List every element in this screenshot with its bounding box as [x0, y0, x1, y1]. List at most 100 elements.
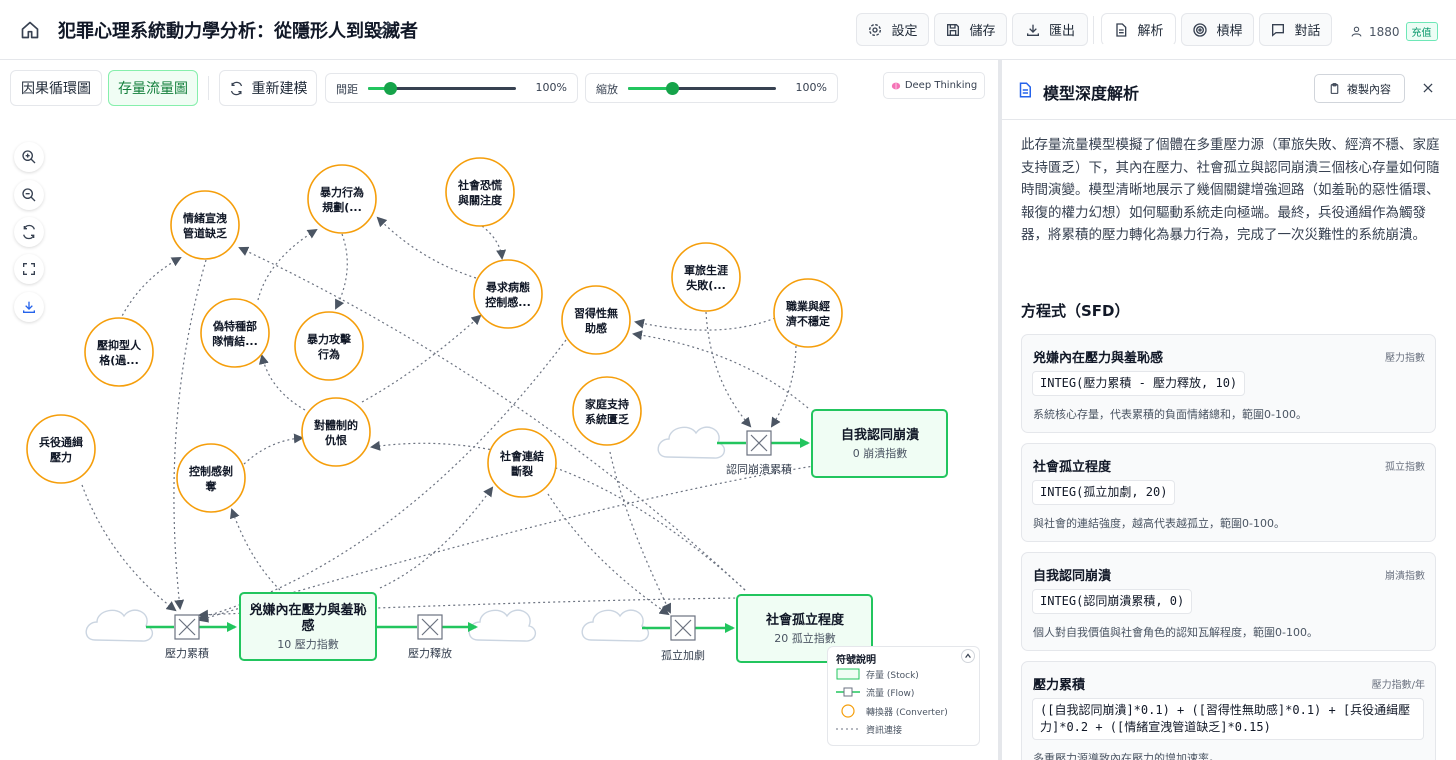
converter-node[interactable]: 情緒宣洩管道缺乏 [170, 190, 240, 260]
info-link [258, 354, 306, 411]
rebuild-label: 重新建模 [251, 81, 308, 97]
rebuild-button[interactable]: 重新建模 [219, 70, 317, 106]
equation-unit: 壓力指數/年 [1371, 680, 1425, 691]
flow-label: 孤立加劇 [661, 648, 705, 662]
converter-label: 軍旅生涯 [684, 263, 728, 277]
info-link [119, 257, 182, 321]
zoom-in-icon [22, 150, 36, 164]
converter-label: 社會恐慌 [457, 178, 502, 192]
converter-label: 隊情結... [212, 334, 258, 348]
legend-item-converter: 轉換器 (Converter) [836, 704, 948, 718]
panel-title: 模型深度解析 [1043, 84, 1140, 103]
equations-heading: 方程式（SFD） [1021, 302, 1130, 320]
converter-node[interactable]: 暴力攻擊行為 [294, 311, 364, 381]
flow-valve-stress-release[interactable] [417, 614, 443, 640]
info-link [481, 225, 507, 260]
equation-formula: INTEG(壓力累積 - 壓力釋放, 10) [1032, 371, 1246, 396]
info-link [376, 216, 477, 279]
copy-label: 複製內容 [1347, 82, 1391, 96]
legend-item-stock: 存量 (Stock) [836, 667, 919, 681]
chat-button[interactable]: 對話 [1259, 13, 1332, 46]
analysis-button[interactable]: 解析 [1101, 13, 1176, 46]
info-link [173, 259, 207, 610]
converter-node[interactable]: 軍旅生涯失敗(... [671, 242, 741, 312]
info-link [257, 228, 318, 301]
converter-label: 壓抑型人 [97, 338, 142, 352]
top-bar: 犯罪心理系統動力學分析：從隱形人到毀滅者 設定 儲存 匯出 解析 槓桿 對話 1… [0, 0, 1456, 60]
equation-formula: INTEG(認同崩潰累積, 0) [1032, 589, 1193, 614]
recharge-badge[interactable]: 充值 [1405, 22, 1438, 41]
leverage-button[interactable]: 槓桿 [1181, 13, 1254, 46]
analysis-label: 解析 [1137, 24, 1164, 39]
pencil-icon[interactable] [376, 19, 396, 39]
converter-label: 斷裂 [511, 464, 533, 478]
export-button[interactable]: 匯出 [1012, 13, 1088, 46]
info-link [770, 345, 797, 428]
formula-line: ([自我認同崩潰]*0.1) + ([習得性無助感]*0.1) + [兵役通緝壓 [1040, 703, 1411, 717]
spacing-slider-thumb[interactable] [384, 82, 398, 95]
fullscreen-button[interactable] [14, 254, 44, 284]
equation-name: 兇嫌內在壓力與羞恥感 [1033, 351, 1164, 366]
converter-label: 行為 [317, 347, 340, 361]
converters: 情緒宣洩管道缺乏 暴力行為規劃(... 社會恐慌與關注度 軍旅生涯失敗(... … [26, 157, 843, 513]
leverage-label: 槓桿 [1216, 24, 1243, 39]
sink-cloud-icon [468, 609, 536, 642]
reset-view-button[interactable] [14, 217, 44, 247]
info-link [370, 440, 746, 591]
converter-label: 與關注度 [458, 193, 503, 207]
converter-label: 規劃(... [322, 200, 362, 214]
converter-node[interactable]: 尋求病態控制感... [473, 259, 543, 329]
converter-node[interactable]: 控制感剝奪 [176, 443, 246, 513]
equation-unit: 孤立指數 [1385, 462, 1425, 473]
settings-button[interactable]: 設定 [856, 13, 929, 46]
flow-valve-identity-collapse[interactable] [746, 430, 772, 456]
deep-thinking-button[interactable]: Deep Thinking [883, 72, 985, 99]
converter-node[interactable]: 兵役通緝壓力 [26, 414, 96, 484]
legend-label: 轉換器 (Converter) [866, 707, 948, 718]
export-label: 匯出 [1048, 24, 1075, 39]
equation-card: 自我認同崩潰 崩潰指數 INTEG(認同崩潰累積, 0) 個人對自我價值與社會角… [1021, 552, 1436, 651]
converter-node[interactable]: 社會連結斷裂 [487, 428, 557, 498]
stock-stress-shame[interactable]: 兇嫌內在壓力與羞恥 感 10 壓力指數 [239, 592, 377, 661]
home-icon[interactable] [18, 18, 42, 42]
causal-loop-tab[interactable]: 因果循環圖 [10, 70, 102, 106]
spacing-label: 間距 [336, 83, 358, 96]
download-diagram-button[interactable] [14, 292, 44, 322]
legend-collapse-button[interactable] [961, 649, 975, 663]
gear-icon [869, 23, 882, 36]
equation-description: 個人對自我價值與社會角色的認知瓦解程度，範圍0-100。 [1033, 626, 1318, 639]
converter-node[interactable]: 習得性無助感 [561, 285, 631, 355]
copy-content-button[interactable]: 複製內容 [1314, 74, 1405, 103]
close-panel-button[interactable] [1418, 78, 1438, 98]
legend-label: 資訊連接 [866, 725, 903, 736]
stock-identity-collapse[interactable]: 自我認同崩潰 0 崩潰指數 [811, 409, 948, 478]
equation-card: 兇嫌內在壓力與羞恥感 壓力指數 INTEG(壓力累積 - 壓力釋放, 10) 系… [1021, 334, 1436, 433]
equation-unit: 崩潰指數 [1385, 571, 1425, 582]
zoom-slider-box: 縮放 100% [585, 73, 838, 103]
panel-header: 模型深度解析 複製內容 [1002, 60, 1456, 120]
converter-node[interactable]: 壓抑型人格(過... [84, 317, 154, 387]
equation-card: 社會孤立程度 孤立指數 INTEG(孤立加劇, 20) 與社會的連結強度，越高代… [1021, 443, 1436, 542]
converter-label: 失敗(... [686, 278, 726, 292]
converter-node[interactable]: 對體制的仇恨 [301, 397, 371, 467]
zoom-slider-thumb[interactable] [666, 82, 680, 95]
converter-node[interactable]: 家庭支持系統匱乏 [572, 376, 642, 446]
converter-node[interactable]: 社會恐慌與關注度 [445, 157, 515, 227]
chevron-up-icon [965, 653, 971, 658]
save-button[interactable]: 儲存 [934, 13, 1007, 46]
flow-valve-stress-accumulation[interactable] [174, 614, 200, 640]
stock-title: 自我認同崩潰 [841, 427, 919, 443]
converter-node[interactable]: 職業與經濟不穩定 [773, 278, 843, 348]
source-cloud-icon [85, 609, 153, 642]
converter-node[interactable]: 暴力行為規劃(... [307, 164, 377, 234]
download-icon [23, 301, 35, 313]
flow-label: 壓力累積 [165, 646, 209, 660]
stock-title: 兇嫌內在壓力與羞恥 [248, 602, 366, 618]
converter-node[interactable]: 偽特種部隊情結... [200, 298, 270, 368]
zoom-out-button[interactable] [14, 180, 44, 210]
converter-label: 奪 [205, 479, 218, 493]
zoom-in-button[interactable] [14, 142, 44, 172]
flow-valve-isolation-increase[interactable] [670, 615, 696, 641]
document-icon [1019, 82, 1031, 98]
stock-flow-tab[interactable]: 存量流量圖 [108, 70, 198, 106]
